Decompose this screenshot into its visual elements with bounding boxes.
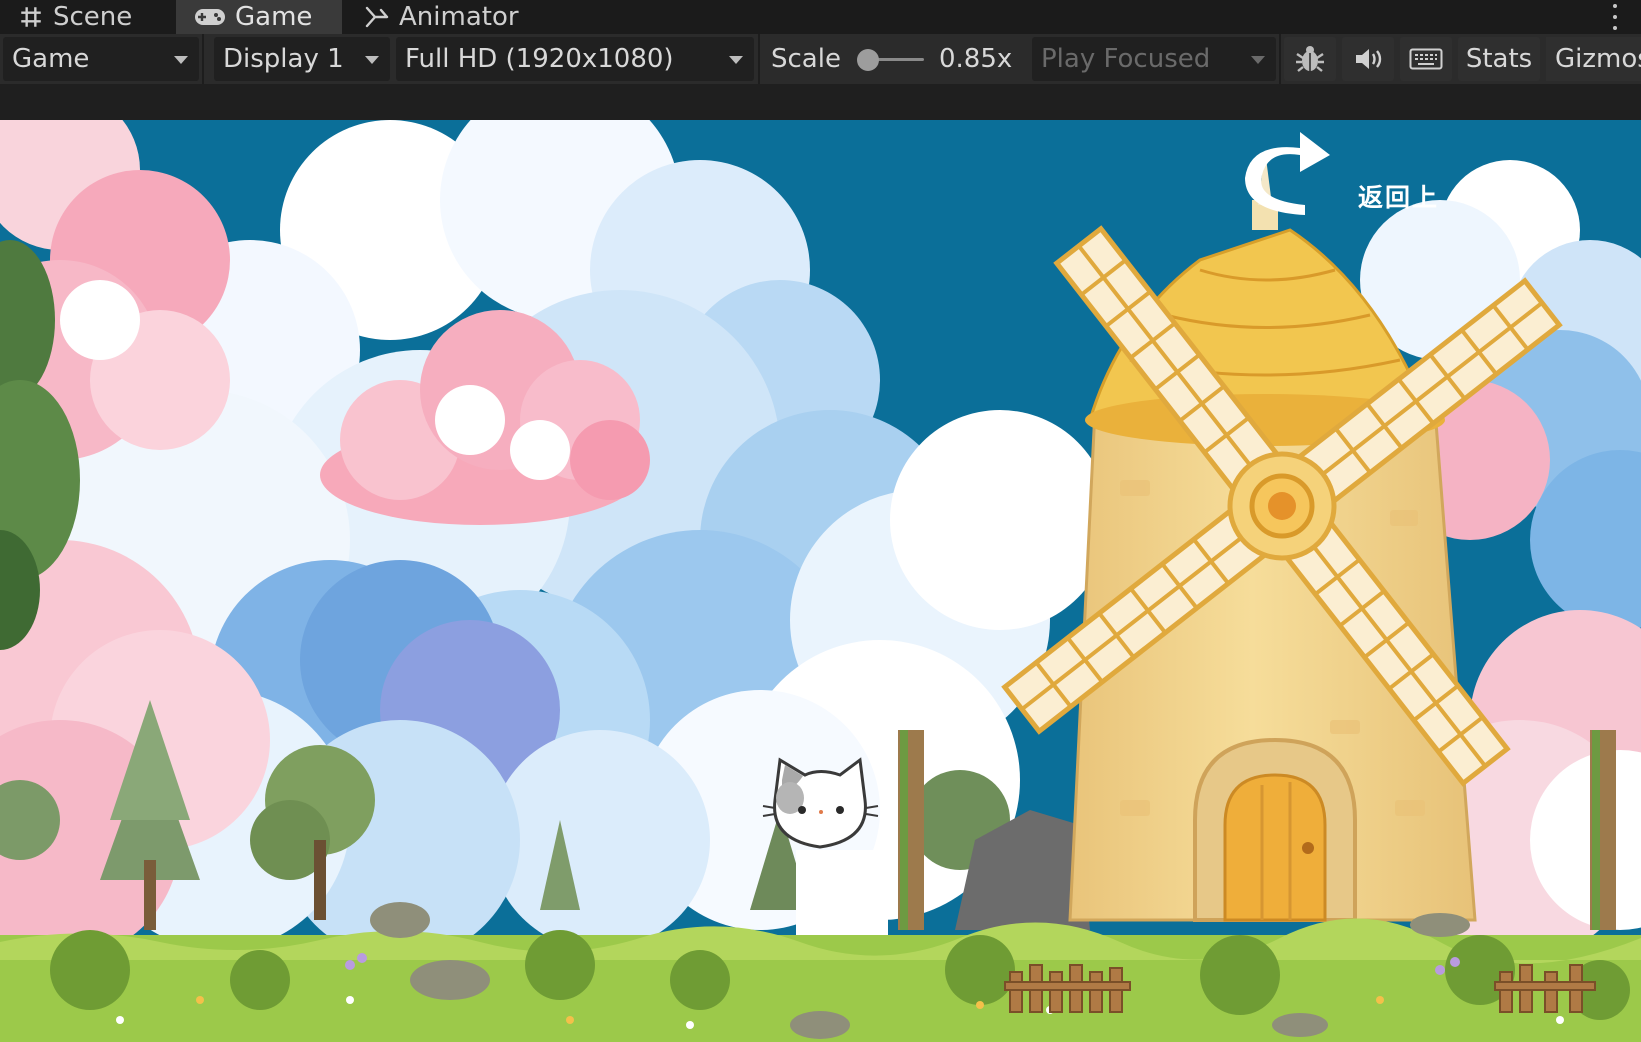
- keyboard-icon: [1409, 48, 1443, 70]
- play-mode-dropdown[interactable]: Play Focused: [1032, 37, 1276, 81]
- speaker-icon: [1356, 49, 1382, 69]
- game-view-top-strip: [0, 84, 1641, 120]
- tab-label: Animator: [399, 2, 519, 32]
- gizmos-label: Gizmos: [1555, 44, 1641, 74]
- white-block: [796, 850, 888, 940]
- back-button-label[interactable]: 返回上: [1358, 178, 1439, 214]
- chevron-down-icon: [365, 56, 379, 64]
- resolution-dropdown[interactable]: Full HD (1920x1080): [396, 37, 754, 81]
- chevron-down-icon: [1251, 56, 1265, 64]
- stats-label: Stats: [1465, 44, 1533, 74]
- editor-tab-bar: Scene Game Animator: [0, 0, 1641, 34]
- tab-game[interactable]: Game: [176, 0, 342, 34]
- resolution-value: Full HD (1920x1080): [405, 44, 674, 74]
- play-mode-value: Play Focused: [1041, 44, 1211, 74]
- audio-toggle-button[interactable]: [1342, 37, 1394, 81]
- chevron-down-icon: [174, 56, 188, 64]
- game-view-toolbar: Game Display 1 Full HD (1920x1080) Scale…: [0, 34, 1641, 84]
- game-scene: [0, 120, 1641, 1042]
- tab-label: Scene: [53, 2, 133, 32]
- display-value: Display 1: [223, 44, 344, 74]
- tab-animator[interactable]: Animator: [346, 0, 536, 34]
- animator-icon: [365, 6, 389, 28]
- game-viewport[interactable]: 返回上: [0, 120, 1641, 1042]
- scale-label-text: Scale: [771, 44, 841, 74]
- view-type-dropdown[interactable]: Game: [3, 37, 199, 81]
- debug-button[interactable]: [1284, 37, 1336, 81]
- gizmos-button[interactable]: Gizmos: [1546, 37, 1641, 81]
- scale-value: 0.85x: [939, 37, 1012, 81]
- view-type-value: Game: [12, 44, 90, 74]
- gamepad-icon: [195, 9, 225, 25]
- grid-hash-icon: [21, 7, 41, 27]
- scale-label: Scale: [771, 37, 841, 81]
- tab-label: Game: [235, 2, 313, 32]
- scale-slider-thumb[interactable]: [857, 49, 879, 71]
- display-dropdown[interactable]: Display 1: [214, 37, 390, 81]
- stats-button[interactable]: Stats: [1458, 37, 1540, 81]
- tab-scene[interactable]: Scene: [0, 0, 172, 34]
- keyboard-shortcuts-button[interactable]: [1400, 37, 1452, 81]
- bug-icon: [1296, 46, 1324, 72]
- chevron-down-icon: [729, 56, 743, 64]
- more-options-icon[interactable]: [1613, 4, 1619, 30]
- scale-value-text: 0.85x: [939, 44, 1013, 74]
